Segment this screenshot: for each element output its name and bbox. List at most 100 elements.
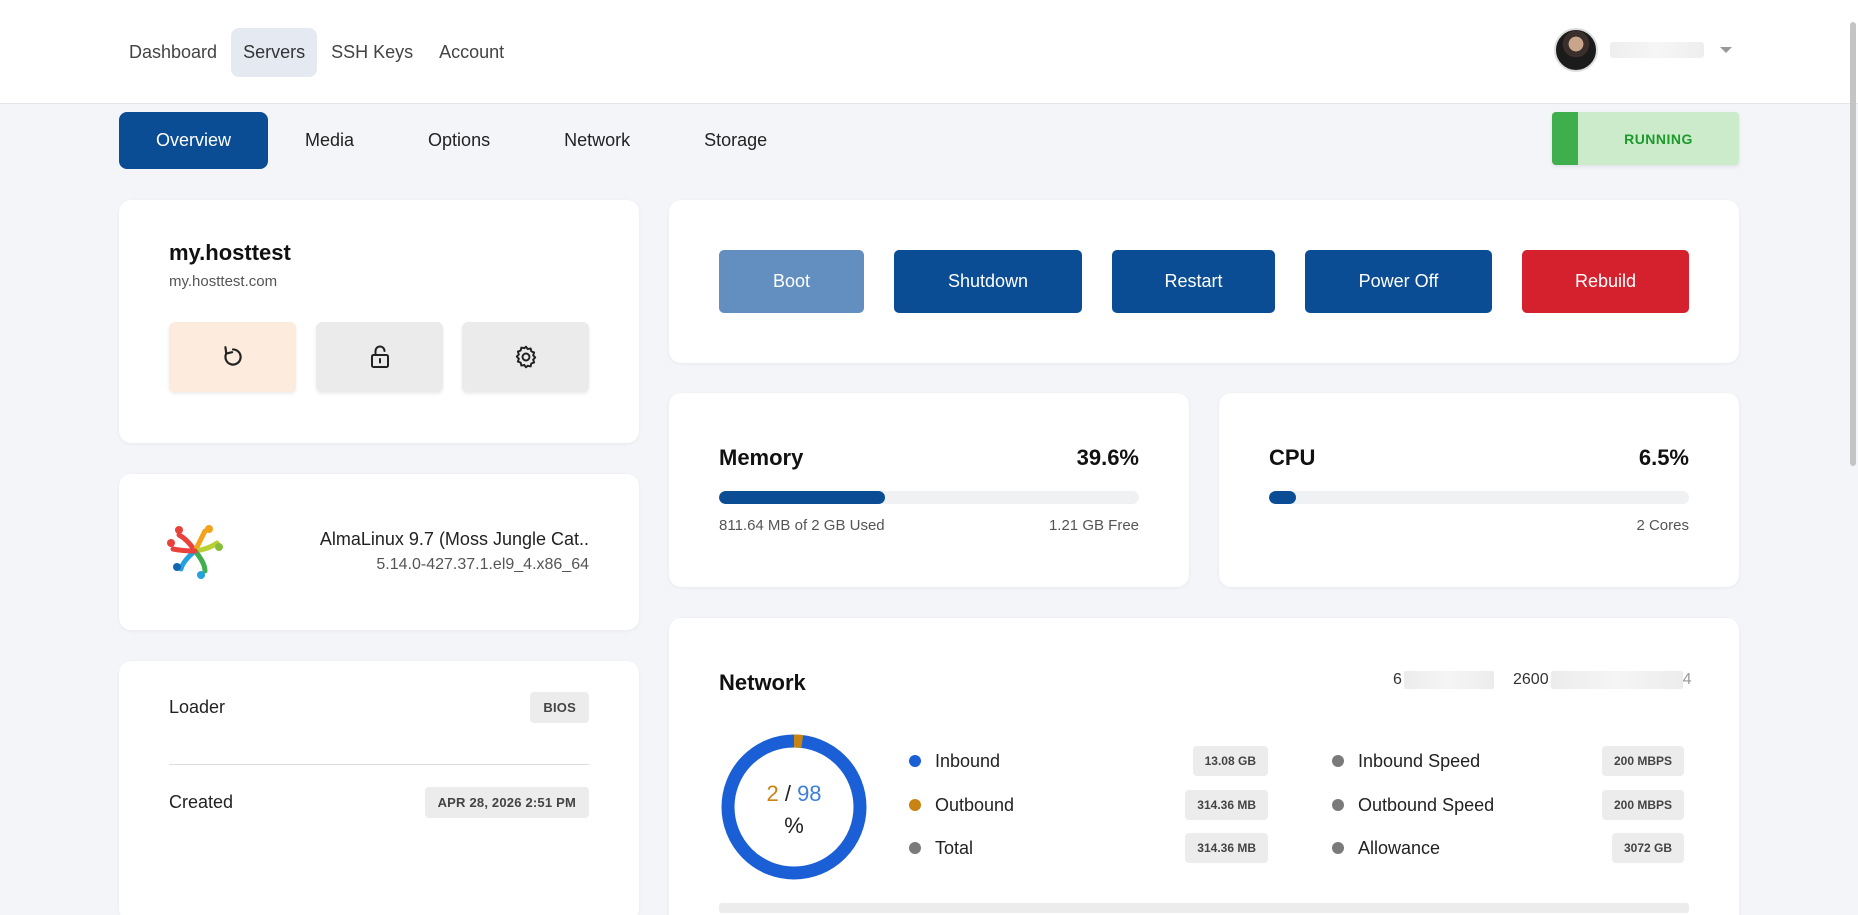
loader-value: BIOS	[530, 692, 589, 723]
main-nav: Dashboard Servers SSH Keys Account	[117, 28, 518, 77]
inbound-speed-dot	[1332, 755, 1344, 767]
ipv6-redacted	[1550, 671, 1683, 689]
avatar[interactable]	[1554, 28, 1598, 72]
memory-percent: 39.6%	[1076, 445, 1139, 470]
ipv6-address: 2600 4	[1513, 671, 1692, 689]
tab-storage[interactable]: Storage	[667, 112, 804, 169]
server-hostname: my.hosttest.com	[169, 273, 278, 290]
info-card: Loader BIOS Created APR 28, 2026 2:51 PM	[119, 661, 639, 915]
settings-button[interactable]	[462, 322, 589, 392]
ipv6-suffix: 4	[1682, 671, 1692, 688]
power-actions-card: Boot Shutdown Restart Power Off Rebuild	[669, 200, 1739, 363]
restart-action-button[interactable]: Restart	[1112, 250, 1275, 313]
tab-options[interactable]: Options	[391, 112, 527, 169]
created-value: APR 28, 2026 2:51 PM	[424, 787, 589, 818]
status-text: RUNNING	[1624, 130, 1693, 147]
shutdown-button[interactable]: Shutdown	[894, 250, 1082, 313]
tab-overview[interactable]: Overview	[119, 112, 269, 169]
ipv4-redacted	[1403, 671, 1494, 689]
legend-inbound-speed: Inbound Speed	[1332, 746, 1480, 776]
lock-button[interactable]	[316, 322, 443, 392]
outbound-speed-dot	[1332, 799, 1344, 811]
cpu-title: CPU	[1269, 445, 1316, 470]
donut-outbound-pct: 2	[766, 781, 779, 806]
top-navbar: Dashboard Servers SSH Keys Account	[0, 0, 1858, 104]
network-card: Network 6 2600 4 2 / 98 % Inbound 13.08 …	[669, 618, 1739, 915]
rebuild-button[interactable]: Rebuild	[1522, 250, 1689, 313]
total-label: Total	[935, 837, 974, 858]
tab-media[interactable]: Media	[268, 112, 391, 169]
user-menu[interactable]	[1554, 28, 1732, 72]
inbound-dot	[909, 755, 921, 767]
inbound-speed-label: Inbound Speed	[1358, 750, 1481, 771]
cpu-progress	[1269, 491, 1689, 504]
os-kernel: 5.14.0-427.37.1.el9_4.x86_64	[376, 556, 589, 573]
power-off-button[interactable]: Power Off	[1305, 250, 1492, 313]
ipv6-prefix: 2600	[1513, 671, 1549, 688]
cpu-cores: 2 Cores	[1636, 517, 1689, 534]
nav-dashboard[interactable]: Dashboard	[117, 28, 229, 77]
outbound-speed-value: 200 MBPS	[1601, 790, 1684, 820]
gear-icon	[515, 345, 536, 369]
traffic-donut-chart	[721, 734, 867, 880]
nav-servers[interactable]: Servers	[231, 28, 318, 77]
allowance-value: 3072 GB	[1611, 833, 1684, 863]
inbound-speed-value: 200 MBPS	[1601, 746, 1684, 776]
restart-icon	[223, 346, 242, 366]
donut-separator: /	[784, 781, 791, 806]
almalinux-logo	[167, 525, 223, 579]
status-indicator	[1552, 112, 1578, 165]
allowance-dot	[1332, 842, 1344, 854]
outbound-speed-label: Outbound Speed	[1358, 794, 1495, 815]
donut-unit: %	[784, 813, 804, 838]
nav-ssh-keys[interactable]: SSH Keys	[319, 28, 425, 77]
created-label: Created	[169, 792, 234, 812]
cpu-percent: 6.5%	[1638, 445, 1689, 470]
total-value: 314.36 MB	[1185, 833, 1268, 863]
os-name: AlmaLinux 9.7 (Moss Jungle Cat..	[319, 529, 589, 549]
network-title: Network	[719, 670, 806, 695]
loader-label: Loader	[169, 697, 226, 717]
memory-progress-fill	[719, 491, 886, 504]
status-badge: RUNNING	[1552, 112, 1739, 165]
page-scrollbar[interactable]	[1850, 22, 1856, 466]
nav-account[interactable]: Account	[427, 28, 516, 77]
network-usage-bar	[719, 903, 1689, 913]
legend-outbound: Outbound	[909, 790, 1014, 820]
cpu-progress-fill	[1269, 491, 1297, 504]
ipv4-prefix: 6	[1393, 671, 1402, 688]
allowance-label: Allowance	[1358, 837, 1441, 858]
server-name: my.hosttest	[169, 240, 291, 265]
donut-ratio: 2 / 98	[719, 781, 869, 807]
donut-inbound-ring	[721, 734, 867, 880]
legend-outbound-speed: Outbound Speed	[1332, 790, 1494, 820]
loader-row: Loader BIOS	[169, 670, 589, 745]
memory-progress	[719, 491, 1139, 504]
memory-title: Memory	[719, 445, 804, 470]
outbound-dot	[909, 799, 921, 811]
memory-card: Memory 39.6% 811.64 MB of 2 GB Used 1.21…	[669, 393, 1189, 587]
legend-total: Total	[909, 833, 973, 863]
cpu-card: CPU 6.5% 2 Cores	[1219, 393, 1739, 587]
tab-network[interactable]: Network	[527, 112, 667, 169]
memory-used: 811.64 MB of 2 GB Used	[719, 517, 885, 534]
outbound-value: 314.36 MB	[1185, 790, 1268, 820]
ipv4-address: 6	[1393, 671, 1494, 689]
outbound-label: Outbound	[935, 794, 1015, 815]
inbound-label: Inbound	[935, 750, 1001, 771]
total-dot	[909, 842, 921, 854]
boot-button[interactable]: Boot	[719, 250, 864, 313]
user-name-redacted[interactable]	[1610, 42, 1704, 58]
restart-button[interactable]	[169, 322, 296, 392]
donut-inbound-pct: 98	[797, 781, 822, 806]
legend-inbound: Inbound	[909, 746, 1000, 776]
chevron-down-icon[interactable]	[1720, 47, 1732, 53]
server-card: my.hosttest my.hosttest.com	[119, 200, 639, 443]
server-tabs: Overview Media Options Network Storage	[119, 112, 804, 169]
memory-free: 1.21 GB Free	[1048, 517, 1139, 534]
inbound-value: 13.08 GB	[1192, 746, 1268, 776]
created-row: Created APR 28, 2026 2:51 PM	[169, 765, 589, 840]
legend-allowance: Allowance	[1332, 833, 1440, 863]
os-card: AlmaLinux 9.7 (Moss Jungle Cat.. 5.14.0-…	[119, 474, 639, 630]
lock-icon	[370, 345, 389, 368]
